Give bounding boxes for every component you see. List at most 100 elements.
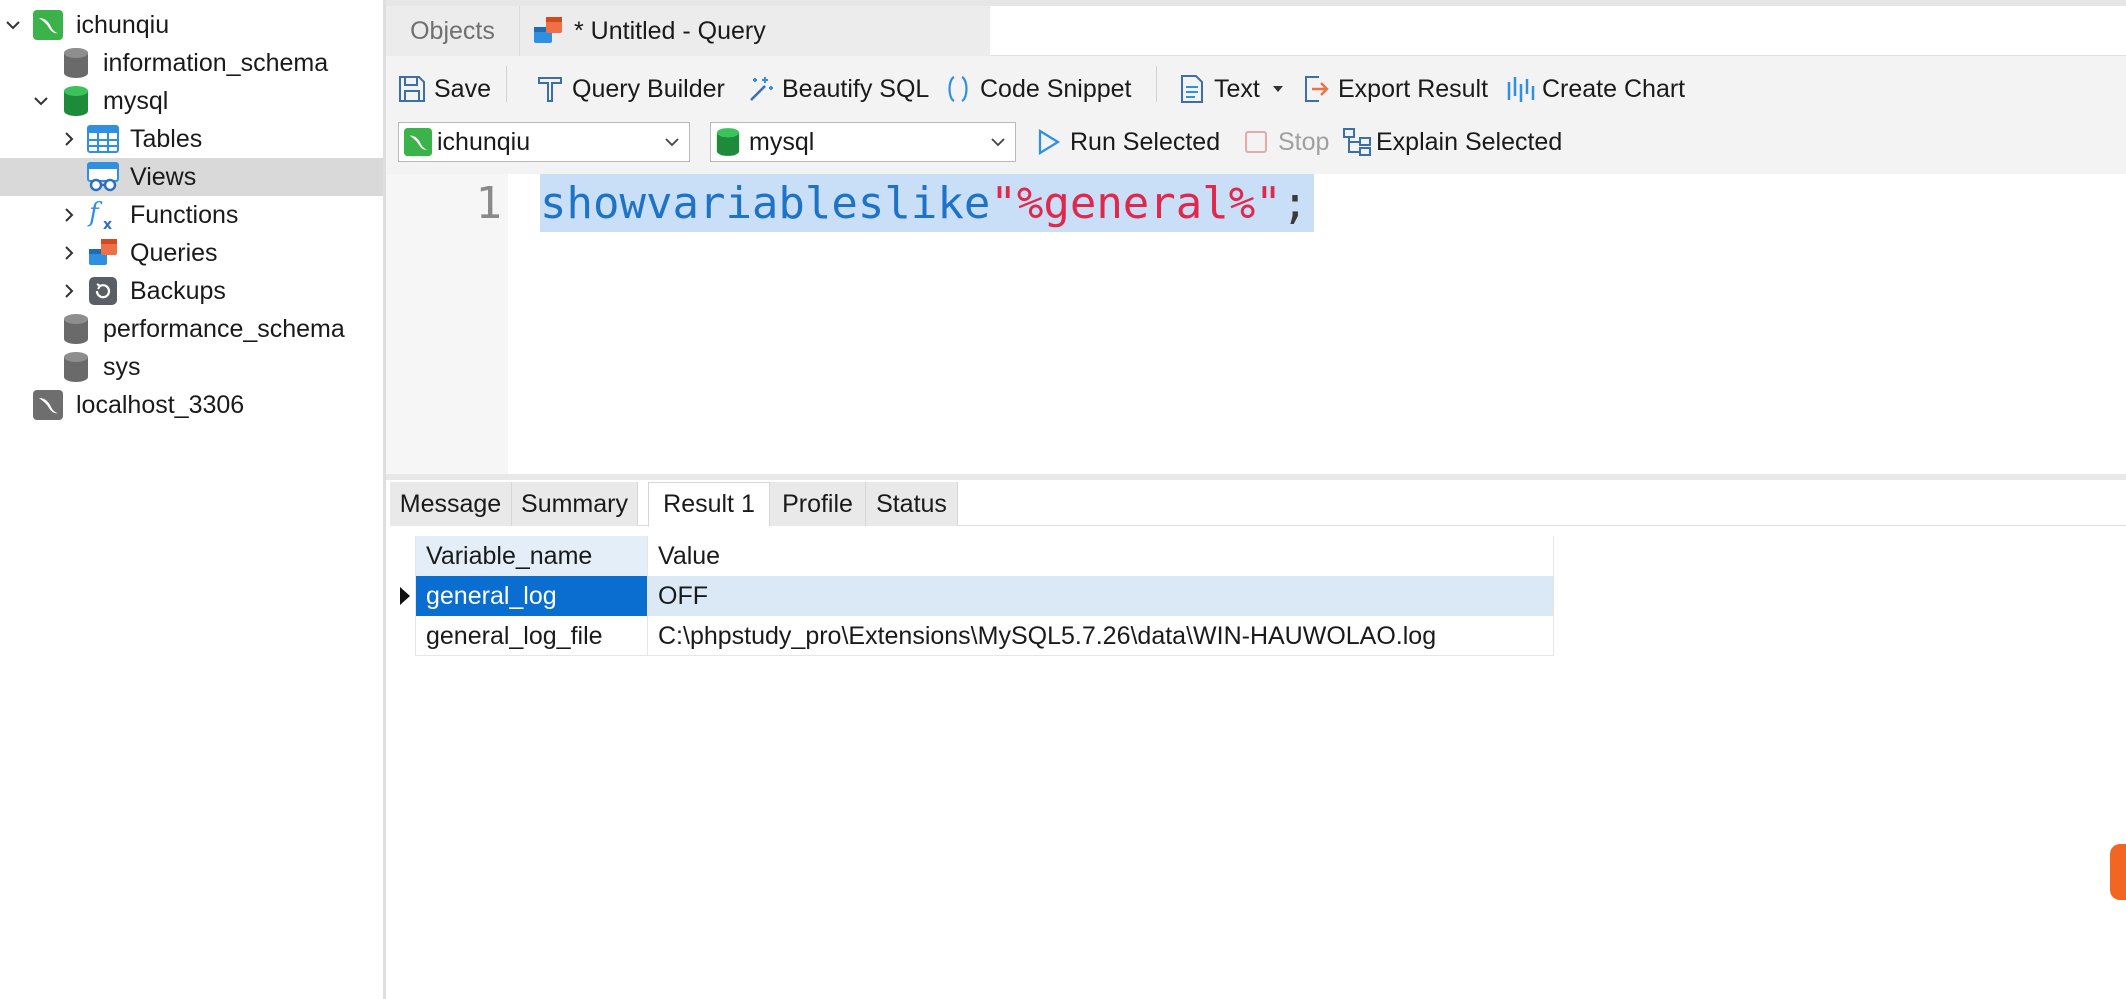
chevron-down-icon[interactable] — [30, 90, 52, 112]
table-cell[interactable]: OFF — [648, 576, 1554, 616]
chevron-right-icon[interactable] — [58, 128, 80, 150]
tree-item-information-schema[interactable]: information_schema — [0, 44, 383, 82]
tab-label: Status — [876, 489, 947, 518]
tree-item-mysql[interactable]: mysql — [0, 82, 383, 120]
toolbar-separator — [506, 66, 507, 102]
mysql-connection-icon — [32, 9, 64, 41]
tree-item-label: performance_schema — [103, 314, 345, 343]
play-icon — [1032, 126, 1064, 158]
tree-item-label: sys — [103, 352, 141, 381]
tab-label: Profile — [782, 489, 853, 518]
functions-icon: fx — [87, 199, 119, 231]
tree-item-label: ichunqiu — [76, 10, 170, 39]
explain-selected-button[interactable]: Explain Selected — [1342, 122, 1562, 162]
text-document-icon — [1176, 73, 1208, 105]
tree-item-backups[interactable]: Backups — [0, 272, 383, 310]
line-number-gutter: 1 — [386, 174, 508, 474]
table-cell[interactable]: general_log_file — [416, 616, 648, 656]
tree-item-tables[interactable]: Tables — [0, 120, 383, 158]
text-mode-button[interactable]: Text — [1176, 69, 1284, 109]
table-row[interactable]: general_log_file C:\phpstudy_pro\Extensi… — [394, 616, 1554, 656]
mysql-connection-icon — [403, 127, 433, 157]
tab-label: Summary — [521, 489, 628, 518]
floating-assistant-badge[interactable] — [2110, 844, 2126, 900]
run-selected-label: Run Selected — [1070, 127, 1221, 156]
chevron-right-icon[interactable] — [58, 280, 80, 302]
tree-item-performance-schema[interactable]: performance_schema — [0, 310, 383, 348]
tree-item-functions[interactable]: fx Functions — [0, 196, 383, 234]
save-icon — [396, 73, 428, 105]
selected-sql-statement[interactable]: show variables like "%general%"; — [540, 174, 1315, 232]
database-icon — [60, 85, 92, 117]
queries-icon — [87, 237, 119, 269]
toolbar-separator — [1156, 66, 1157, 102]
tab-summary[interactable]: Summary — [512, 482, 638, 526]
tab-result-1[interactable]: Result 1 — [648, 482, 770, 527]
beautify-sql-button[interactable]: Beautify SQL — [744, 69, 929, 109]
stop-label: Stop — [1278, 127, 1330, 156]
table-cell[interactable]: C:\phpstudy_pro\Extensions\MySQL5.7.26\d… — [648, 616, 1554, 656]
caret-down-icon — [1272, 85, 1284, 93]
export-result-label: Export Result — [1338, 74, 1489, 103]
row-indicator — [394, 536, 416, 576]
tree-item-views[interactable]: Views — [0, 158, 383, 196]
tab-label: * Untitled - Query — [574, 16, 766, 45]
query-toolbar: Save Query Builder Beautify SQL Code Sni… — [386, 56, 2126, 174]
navigation-pane: ichunqiu information_schema mysql Tables… — [0, 0, 386, 999]
table-row[interactable]: general_log OFF — [394, 576, 1554, 616]
code-snippet-button[interactable]: Code Snippet — [942, 69, 1132, 109]
tree-item-queries[interactable]: Queries — [0, 234, 383, 272]
tree-item-localhost-3306[interactable]: localhost_3306 — [0, 386, 383, 424]
tab-status[interactable]: Status — [866, 482, 958, 526]
connection-select[interactable]: ichunqiu — [398, 122, 690, 162]
create-chart-button[interactable]: Create Chart — [1504, 69, 1685, 109]
export-result-button[interactable]: Export Result — [1300, 69, 1488, 109]
current-row-indicator-icon — [394, 576, 416, 616]
connection-select-value: ichunqiu — [437, 127, 531, 156]
sql-string: "%general%" — [990, 177, 1282, 229]
save-button[interactable]: Save — [396, 69, 491, 109]
beautify-sql-label: Beautify SQL — [782, 74, 930, 103]
sql-terminator: ; — [1281, 177, 1309, 229]
mysql-connection-icon — [32, 389, 64, 421]
tab-query[interactable]: * Untitled - Query — [520, 6, 990, 56]
tab-message[interactable]: Message — [390, 482, 512, 526]
chevron-right-icon[interactable] — [58, 242, 80, 264]
explain-selected-label: Explain Selected — [1376, 127, 1563, 156]
stop-icon — [1240, 126, 1272, 158]
query-builder-button[interactable]: Query Builder — [534, 69, 725, 109]
database-select[interactable]: mysql — [710, 122, 1016, 162]
tree-item-label: Tables — [130, 124, 203, 153]
chevron-right-icon[interactable] — [58, 204, 80, 226]
run-selected-button[interactable]: Run Selected — [1032, 122, 1220, 162]
tab-objects[interactable]: Objects — [386, 6, 520, 56]
column-header-variable-name[interactable]: Variable_name — [416, 536, 648, 576]
database-icon — [715, 127, 745, 157]
export-icon — [1300, 73, 1332, 105]
tree-item-label: localhost_3306 — [76, 390, 245, 419]
tab-profile[interactable]: Profile — [770, 482, 866, 526]
magic-wand-icon — [744, 73, 776, 105]
tab-label: Message — [399, 489, 502, 518]
sql-keyword: like — [884, 177, 991, 229]
sql-keyword: variables — [645, 177, 885, 229]
database-icon — [60, 47, 92, 79]
column-header-value[interactable]: Value — [648, 536, 1554, 576]
editor-result-splitter[interactable] — [386, 474, 2126, 480]
code-snippet-label: Code Snippet — [980, 74, 1132, 103]
tree-item-label: Functions — [130, 200, 239, 229]
sql-editor[interactable]: 1 show variables like "%general%"; — [386, 174, 2126, 474]
save-label: Save — [434, 74, 491, 103]
chart-icon — [1504, 73, 1536, 105]
chevron-down-icon[interactable] — [2, 14, 24, 36]
query-icon — [532, 15, 564, 47]
tree-item-sys[interactable]: sys — [0, 348, 383, 386]
database-icon — [60, 351, 92, 383]
database-icon — [60, 313, 92, 345]
svg-text:f: f — [87, 199, 103, 228]
tree-item-label: Views — [130, 162, 197, 191]
table-cell[interactable]: general_log — [416, 576, 648, 616]
tree-item-ichunqiu[interactable]: ichunqiu — [0, 6, 383, 44]
stop-button[interactable]: Stop — [1240, 122, 1329, 162]
result-tab-bar: Message Summary Result 1 Profile Status — [390, 482, 2126, 527]
